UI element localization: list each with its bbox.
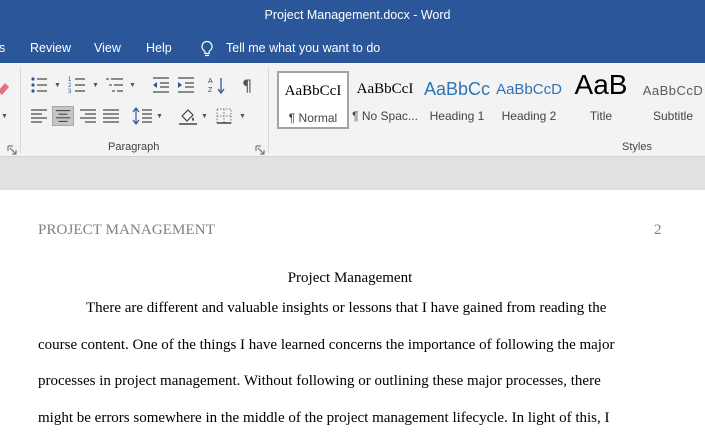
menu-tab-help[interactable]: Help (146, 41, 172, 55)
chevron-down-icon[interactable]: ▼ (92, 82, 99, 89)
svg-text:A: A (208, 78, 213, 85)
ribbon: ▼ ▼ 123 ▼ ▼ AZ ¶ ▼ ▼ ▼ Paragraph AaBbCcI… (0, 63, 705, 157)
styles-group-label: Styles (622, 141, 652, 153)
borders-icon[interactable] (214, 106, 236, 126)
group-divider (20, 67, 21, 153)
lightbulb-icon[interactable] (199, 40, 215, 58)
increase-indent-icon[interactable] (175, 75, 197, 95)
align-right-icon[interactable] (77, 106, 99, 126)
style-normal[interactable]: AaBbCcI ¶ Normal (277, 71, 349, 129)
multilevel-list-icon[interactable] (105, 75, 127, 95)
dialog-launcher-icon[interactable] (255, 142, 265, 155)
pilcrow-icon[interactable]: ¶ (237, 75, 259, 95)
bullets-icon[interactable] (29, 75, 51, 95)
menu-tab-partial[interactable]: s (0, 41, 5, 55)
group-divider (268, 67, 269, 153)
sort-icon[interactable]: AZ (206, 75, 228, 95)
tell-me-search[interactable]: Tell me what you want to do (226, 41, 380, 55)
line-spacing-icon[interactable] (132, 106, 154, 126)
style-preview: AaBbCcD (496, 81, 562, 98)
document-canvas-top (0, 157, 705, 190)
chevron-down-icon[interactable]: ▼ (201, 113, 208, 120)
title-bar: Project Management.docx - Word (0, 0, 705, 34)
styles-gallery: AaBbCcI ¶ Normal AaBbCcI ¶ No Spac... Aa… (277, 69, 705, 131)
window-title: Project Management.docx - Word (264, 8, 451, 22)
svg-text:3: 3 (68, 89, 72, 95)
style-preview: AaBbCcI (284, 83, 342, 99)
page-number: 2 (654, 222, 662, 238)
paragraph-group-label: Paragraph (108, 141, 160, 153)
align-center-icon[interactable] (52, 106, 74, 126)
style-heading-2[interactable]: AaBbCcD Heading 2 (493, 71, 565, 129)
chevron-down-icon[interactable]: ▼ (1, 113, 8, 120)
dialog-launcher-icon[interactable] (7, 142, 17, 155)
menu-tab-view[interactable]: View (94, 41, 121, 55)
shading-icon[interactable] (177, 106, 199, 126)
decrease-indent-icon[interactable] (150, 75, 172, 95)
style-no-spacing[interactable]: AaBbCcI ¶ No Spac... (349, 71, 421, 129)
style-preview: AaBbCc (423, 79, 491, 99)
style-subtitle[interactable]: AaBbCcD Subtitle (637, 71, 705, 129)
style-name: Heading 1 (429, 109, 485, 123)
svg-text:¶: ¶ (242, 76, 252, 95)
menu-tab-review[interactable]: Review (30, 41, 71, 55)
style-name: Subtitle (652, 109, 694, 123)
style-title[interactable]: AaB Title (565, 69, 637, 129)
menu-bar: s Review View Help Tell me what you want… (0, 34, 705, 63)
style-preview: AaB (574, 69, 628, 100)
numbering-icon[interactable]: 123 (67, 75, 89, 95)
style-name: ¶ No Spac... (352, 109, 418, 123)
chevron-down-icon[interactable]: ▼ (239, 113, 246, 120)
align-left-icon[interactable] (28, 106, 50, 126)
style-name: Title (589, 109, 613, 123)
document-title: Project Management (287, 270, 413, 286)
page-header: PROJECT MANAGEMENT (38, 222, 215, 238)
body-text-line: course content. One of the things I have… (38, 337, 615, 353)
style-preview: AaBbCcI (356, 81, 414, 97)
body-text-line: might be errors somewhere in the middle … (38, 410, 610, 426)
document-page[interactable]: PROJECT MANAGEMENT 2 Project Management … (0, 190, 705, 440)
style-name: Heading 2 (501, 109, 557, 123)
svg-text:Z: Z (208, 87, 213, 94)
chevron-down-icon[interactable]: ▼ (156, 113, 163, 120)
justify-icon[interactable] (100, 106, 122, 126)
chevron-down-icon[interactable]: ▼ (54, 82, 61, 89)
style-name: ¶ Normal (288, 111, 338, 125)
style-preview: AaBbCcD (642, 83, 704, 98)
body-text-line: processes in project management. Without… (38, 373, 601, 389)
style-heading-1[interactable]: AaBbCc Heading 1 (421, 71, 493, 129)
body-text-line: There are different and valuable insight… (86, 300, 607, 316)
chevron-down-icon[interactable]: ▼ (129, 82, 136, 89)
clear-formatting-icon[interactable] (0, 79, 10, 99)
